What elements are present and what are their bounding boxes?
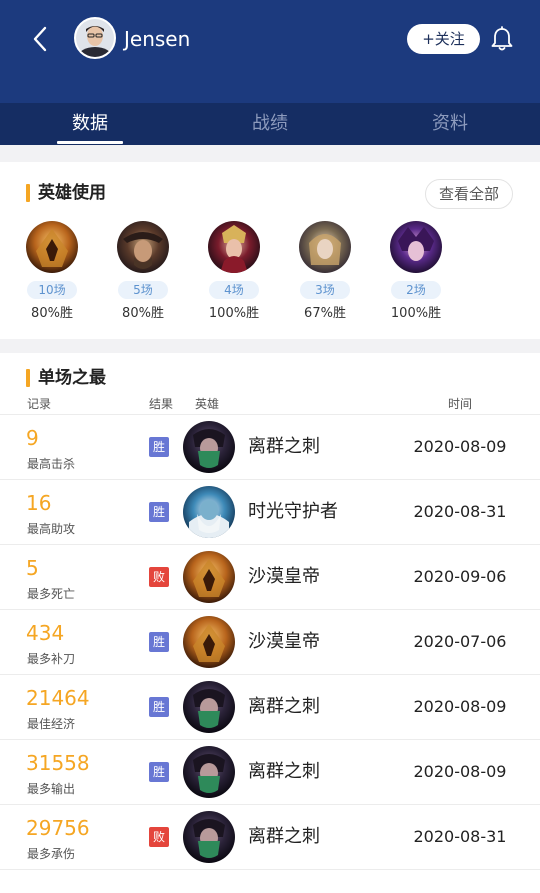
result-badge: 胜 (149, 697, 169, 717)
win-rate: 80%胜 (122, 306, 164, 321)
record-label: 最多输出 (27, 782, 76, 796)
section-accent-bar (26, 369, 30, 387)
record-time: 2020-08-31 (413, 502, 507, 521)
column-header-time: 时间 (448, 397, 473, 411)
app-header: Jensen +关注 (0, 0, 540, 103)
hero-zilean-icon (183, 486, 235, 538)
column-header-result: 结果 (149, 397, 174, 411)
single-best-title: 单场之最 (38, 368, 106, 388)
result-badge: 败 (149, 567, 169, 587)
record-time: 2020-07-06 (413, 632, 507, 651)
record-row-most-damage[interactable]: 31558 最多输出 胜 离群之刺 2020-08-09 (0, 740, 540, 805)
tab-match-history[interactable]: 战绩 (210, 103, 330, 145)
hero-usage-card: 英雄使用 查看全部 10场 80%胜 5场 80%胜 4场 100%胜 3场 6… (0, 162, 540, 339)
hero-akali-icon (183, 811, 235, 863)
single-game-best-card: 单场之最 记录 结果 英雄 时间 9 最高击杀 胜 离群之刺 2020-08-0… (0, 353, 540, 893)
record-value: 21464 (26, 686, 90, 710)
record-time: 2020-08-31 (413, 827, 507, 846)
back-arrow-icon[interactable] (28, 24, 52, 54)
record-value: 5 (26, 556, 39, 580)
record-value: 16 (26, 491, 52, 515)
hero-name: 离群之刺 (248, 826, 320, 847)
hero-name: 离群之刺 (248, 436, 320, 457)
column-header-record: 记录 (27, 397, 52, 411)
record-row-best-gold[interactable]: 21464 最佳经济 胜 离群之刺 2020-08-09 (0, 675, 540, 740)
hero-azir-icon (183, 551, 235, 603)
win-rate: 100%胜 (208, 306, 260, 321)
hero-name: 时光守护者 (248, 501, 338, 522)
record-value: 434 (26, 621, 65, 645)
games-count-pill: 2场 (391, 281, 441, 299)
hero-syndra-icon (390, 221, 442, 273)
games-count-pill: 10场 (27, 281, 77, 299)
hero-name: 离群之刺 (248, 761, 320, 782)
view-all-button[interactable]: 查看全部 (425, 179, 513, 209)
games-count-pill: 5场 (118, 281, 168, 299)
result-badge: 胜 (149, 632, 169, 652)
games-count-pill: 4场 (209, 281, 259, 299)
record-row-most-deaths[interactable]: 5 最多死亡 败 沙漠皇帝 2020-09-06 (0, 545, 540, 610)
hero-akali-icon (183, 746, 235, 798)
games-count-pill: 3场 (300, 281, 350, 299)
result-badge: 败 (149, 827, 169, 847)
record-label: 最多承伤 (27, 847, 76, 861)
record-time: 2020-08-09 (413, 437, 507, 456)
record-label: 最多补刀 (27, 652, 76, 666)
record-row-most-kills[interactable]: 9 最高击杀 胜 离群之刺 2020-08-09 (0, 415, 540, 480)
section-accent-bar (26, 184, 30, 202)
win-rate: 80%胜 (31, 306, 73, 321)
hero-akali-icon (183, 681, 235, 733)
record-row-most-cs[interactable]: 434 最多补刀 胜 沙漠皇帝 2020-07-06 (0, 610, 540, 675)
hero-name: 离群之刺 (248, 696, 320, 717)
tab-bar: 数据 战绩 资料 (0, 103, 540, 145)
result-badge: 胜 (149, 437, 169, 457)
hero-name: 沙漠皇帝 (248, 631, 320, 652)
player-portrait-icon (76, 19, 114, 57)
record-value: 9 (26, 426, 39, 450)
record-time: 2020-09-06 (413, 567, 507, 586)
player-name: Jensen (124, 27, 191, 51)
tab-data[interactable]: 数据 (30, 103, 150, 145)
hero-azir-icon (183, 616, 235, 668)
hero-usage-title: 英雄使用 (38, 183, 106, 203)
hero-leblanc-icon (208, 221, 260, 273)
record-label: 最佳经济 (27, 717, 76, 731)
hero-twisted-fate-icon (117, 221, 169, 273)
tab-profile[interactable]: 资料 (390, 103, 510, 145)
result-badge: 胜 (149, 762, 169, 782)
record-time: 2020-08-09 (413, 697, 507, 716)
column-header-hero: 英雄 (195, 397, 220, 411)
record-row-most-assists[interactable]: 16 最高助攻 胜 时光守护者 2020-08-31 (0, 480, 540, 545)
record-label: 最多死亡 (27, 587, 76, 601)
hero-name: 沙漠皇帝 (248, 566, 320, 587)
record-row-most-damage-taken[interactable]: 29756 最多承伤 败 离群之刺 2020-08-31 (0, 805, 540, 870)
hero-akali-icon (183, 421, 235, 473)
record-label: 最高击杀 (27, 457, 76, 471)
result-badge: 胜 (149, 502, 169, 522)
record-value: 31558 (26, 751, 90, 775)
record-time: 2020-08-09 (413, 762, 507, 781)
win-rate: 100%胜 (390, 306, 442, 321)
hero-orianna-icon (299, 221, 351, 273)
hero-azir-icon (26, 221, 78, 273)
bell-icon[interactable] (488, 25, 516, 53)
record-label: 最高助攻 (27, 522, 76, 536)
divider (0, 869, 540, 870)
record-value: 29756 (26, 816, 90, 840)
player-avatar[interactable] (74, 17, 116, 59)
active-tab-indicator (57, 141, 123, 144)
win-rate: 67%胜 (304, 306, 346, 321)
follow-button[interactable]: +关注 (407, 24, 480, 54)
